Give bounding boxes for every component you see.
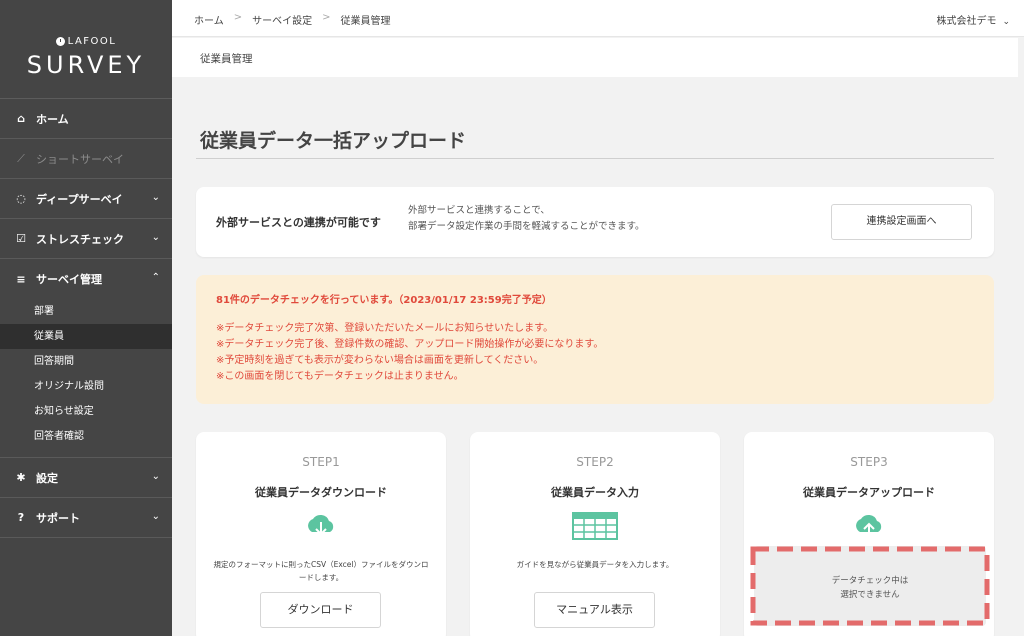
chevron-down-icon: ⌄: [151, 511, 160, 522]
sidebar-item-label: ホーム: [36, 112, 69, 126]
chevron-down-icon: ⌄: [151, 232, 160, 243]
breadcrumb-survey-settings[interactable]: サーベイ設定: [252, 12, 312, 27]
spreadsheet-icon: [572, 512, 618, 544]
notice-lines: ※データチェック完了次第、登録いただいたメールにお知らせいたします。 ※データチ…: [216, 321, 603, 385]
sidebar-item-label: ディープサーベイ: [36, 192, 123, 206]
breadcrumb-separator-icon: >: [322, 12, 331, 23]
manual-button[interactable]: マニュアル表示: [534, 592, 655, 628]
cloud-download-icon: [304, 512, 338, 546]
notice-line: ※データチェック完了後、登録件数の確認、アップロード開始操作が必要になります。: [216, 339, 604, 350]
home-icon: ⌂: [17, 112, 25, 125]
breadcrumb: ホーム > サーベイ設定 > 従業員管理: [194, 12, 400, 27]
circle-arrow-icon: ◌: [16, 192, 26, 205]
clock-icon: [55, 37, 65, 46]
highlight-annotation: [750, 546, 990, 626]
company-selector[interactable]: 株式会社デモ ⌄: [936, 12, 1010, 27]
notice-line: ※予定時刻を過ぎても表示が変わらない場合は画面を更新してください。: [216, 355, 544, 366]
sliders-icon: ≡: [16, 272, 26, 286]
breadcrumb-home[interactable]: ホーム: [194, 12, 224, 27]
sidebar-item-settings[interactable]: ✱ 設定 ⌄: [0, 458, 172, 498]
gear-icon: ✱: [16, 471, 26, 484]
sidebar-item-stress-check[interactable]: ☑ ストレスチェック ⌄: [0, 219, 172, 259]
step-label: STEP1: [302, 455, 340, 469]
sidebar-item-label: 設定: [36, 471, 58, 485]
step2-card: STEP2 従業員データ入力 ガイドを見ながら従業員データを入力します。 マニュ…: [470, 432, 720, 636]
sidebar-subitem-employees[interactable]: 従業員: [0, 324, 172, 349]
step-title: 従業員データダウンロード: [255, 486, 387, 499]
step1-card: STEP1 従業員データダウンロード 規定のフォーマットに則ったCSV（Exce…: [196, 432, 446, 636]
breadcrumb-separator-icon: >: [233, 12, 243, 23]
external-service-card: 外部サービスとの連携が可能です 外部サービスと連携することで、 部署データ設定作…: [196, 187, 994, 257]
sidebar-subitem-notification-settings[interactable]: お知らせ設定: [0, 399, 172, 424]
sidebar-item-deep-survey[interactable]: ◌ ディープサーベイ ⌄: [0, 179, 172, 219]
sidebar-subitem-answer-period[interactable]: 回答期間: [0, 349, 172, 374]
company-name: 株式会社デモ: [936, 16, 997, 27]
chevron-down-icon: ⌄: [151, 192, 160, 203]
step-label: STEP2: [576, 455, 614, 469]
step-title: 従業員データアップロード: [803, 486, 935, 499]
logo-small-text: LAFOOL: [67, 36, 117, 47]
download-button[interactable]: ダウンロード: [260, 592, 381, 628]
sidebar-item-label: サーベイ管理: [36, 273, 102, 286]
sidebar: LAFOOL SURVEY ⌂ ホーム ⟋ ショートサーベイ ◌ ディープサーベ…: [0, 0, 172, 636]
integration-settings-button[interactable]: 連携設定画面へ: [831, 204, 972, 240]
sidebar-item-label: ストレスチェック: [36, 232, 124, 246]
sidebar-item-short-survey: ⟋ ショートサーベイ: [0, 139, 172, 179]
external-service-description: 外部サービスと連携することで、 部署データ設定作業の手間を軽減することができます…: [408, 205, 645, 232]
page-title: 従業員データ一括アップロード: [200, 130, 467, 152]
app-logo[interactable]: LAFOOL SURVEY: [0, 0, 172, 98]
sidebar-subitem-departments[interactable]: 部署: [0, 299, 172, 324]
top-bar: ホーム > サーベイ設定 > 従業員管理 株式会社デモ ⌄: [172, 0, 1024, 37]
step-label: STEP3: [850, 455, 888, 469]
sidebar-subitem-respondent-check[interactable]: 回答者確認: [0, 424, 172, 449]
notice-line: ※データチェック完了次第、登録いただいたメールにお知らせいたします。: [216, 323, 554, 334]
checkbox-icon: ☑: [16, 232, 26, 245]
sidebar-item-label: サポート: [36, 511, 80, 525]
question-icon: ?: [17, 511, 25, 524]
sidebar-subitem-original-questions[interactable]: オリジナル設問: [0, 374, 172, 399]
external-service-title: 外部サービスとの連携が可能です: [216, 216, 381, 229]
cloud-upload-icon: [852, 512, 886, 546]
sidebar-item-support[interactable]: ? サポート ⌄: [0, 498, 172, 538]
survey-management-submenu: 部署 従業員 回答期間 オリジナル設問 お知らせ設定 回答者確認: [0, 299, 172, 458]
chevron-down-icon: ⌄: [1002, 17, 1010, 27]
step-title: 従業員データ入力: [551, 486, 639, 499]
sidebar-item-home[interactable]: ⌂ ホーム: [0, 99, 172, 139]
step-description: 規定のフォーマットに則ったCSV（Excel）ファイルをダウンロードします。: [213, 560, 429, 582]
section-header: 従業員管理: [172, 38, 1018, 77]
chevron-down-icon: ⌄: [151, 471, 160, 482]
title-divider: [196, 158, 994, 159]
sidebar-item-survey-management[interactable]: ≡ サーベイ管理 ⌃: [0, 259, 172, 299]
sidebar-item-label: ショートサーベイ: [36, 152, 124, 166]
step-description: ガイドを見ながら従業員データを入力します。: [516, 560, 674, 569]
logo-text: SURVEY: [26, 51, 146, 79]
notice-line: ※この画面を閉じてもデータチェックは止まりません。: [216, 371, 464, 382]
notice-title: 81件のデータチェックを行っています。（2023/01/17 23:59完了予定…: [216, 295, 552, 306]
chevron-up-icon: ⌃: [151, 272, 160, 283]
data-check-notice: 81件のデータチェックを行っています。（2023/01/17 23:59完了予定…: [196, 275, 994, 404]
breadcrumb-current: 従業員管理: [340, 16, 391, 27]
chart-line-icon: ⟋: [17, 151, 25, 165]
